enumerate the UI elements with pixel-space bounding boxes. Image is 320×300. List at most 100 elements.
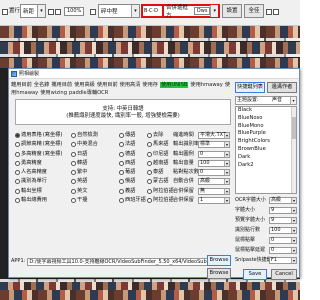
setting-value[interactable]: 9 ▾ xyxy=(269,217,297,224)
radio[interactable] xyxy=(71,188,76,194)
option-b[interactable]: 繁中 xyxy=(71,169,87,176)
chevron-down-icon[interactable]: ▾ xyxy=(224,198,229,204)
option-a[interactable]: 調節高精 (寫坐標) xyxy=(15,141,62,148)
option-a[interactable]: 輸出總費用 xyxy=(15,197,48,204)
chevron-down-icon[interactable]: ▾ xyxy=(224,188,229,194)
option-b[interactable]: 自然檢測 xyxy=(71,132,98,139)
fullscreen-button[interactable]: 全佳 xyxy=(244,4,264,18)
chevron-down-icon[interactable]: ▾ xyxy=(224,179,229,185)
option-c[interactable]: 義語 xyxy=(119,188,135,195)
toolbar-check-2[interactable] xyxy=(48,6,61,17)
theme-list-item[interactable]: BluePurple xyxy=(236,130,296,138)
preset-item[interactable]: 使用目前 xyxy=(97,82,118,88)
chevron-down-icon[interactable]: ▾ xyxy=(291,228,296,233)
preset-item[interactable]: 使用UNISB xyxy=(159,82,189,88)
option-a[interactable]: 適用表格 (寫坐標) xyxy=(15,132,62,139)
radio[interactable] xyxy=(147,133,152,138)
option-field[interactable]: 0 ▾ xyxy=(198,169,230,177)
chevron-down-icon[interactable]: ▾ xyxy=(210,5,218,17)
radio[interactable] xyxy=(71,170,76,176)
chevron-down-icon[interactable]: ▾ xyxy=(291,258,296,263)
theme-select[interactable]: 主題設置: 声音 ▾ xyxy=(235,96,297,105)
radio[interactable] xyxy=(119,151,124,157)
preset-item[interactable]: 全名錄 xyxy=(34,82,50,88)
preset-item[interactable]: 離用目前 xyxy=(11,82,32,88)
radio[interactable] xyxy=(71,151,76,157)
shortcut-list-button[interactable]: 快捷鍵列表 xyxy=(235,82,265,93)
chevron-down-icon[interactable]: ▾ xyxy=(224,170,229,176)
option-field[interactable]: 0 ▾ xyxy=(198,150,230,158)
zoom-spin[interactable]: 100% xyxy=(64,6,85,17)
mid-combo[interactable]: 碎中程 ▾ xyxy=(98,4,140,18)
theme-list-item[interactable]: BrightColors xyxy=(236,138,296,146)
app-path-field[interactable]: D:/便字幕視頻工具10.0-支持離線OCR/VideoSubFinder_5.… xyxy=(27,257,216,266)
radio[interactable] xyxy=(119,179,124,185)
checkbox[interactable] xyxy=(266,8,272,15)
radio[interactable] xyxy=(15,170,20,176)
radio[interactable] xyxy=(119,142,124,148)
option-field[interactable]: 100 ▾ xyxy=(198,159,230,167)
radio[interactable] xyxy=(147,170,152,176)
theme-list-item[interactable]: BrownBlue xyxy=(236,146,296,154)
chevron-down-icon[interactable]: ▾ xyxy=(291,198,296,203)
checkbox[interactable] xyxy=(48,8,54,15)
chevron-down-icon[interactable]: ▾ xyxy=(290,97,296,104)
option-d[interactable]: 馬來語 xyxy=(147,141,169,148)
listbox-scrollbar[interactable] xyxy=(291,107,296,193)
option-b[interactable]: 英語 xyxy=(71,178,87,185)
browse-button-2[interactable]: Browse xyxy=(207,268,231,279)
option-c[interactable]: 葡語 xyxy=(119,169,135,176)
radio[interactable] xyxy=(147,160,152,166)
radio[interactable] xyxy=(15,151,20,157)
chevron-down-icon[interactable]: ▾ xyxy=(291,208,296,213)
setting-value[interactable]: 9 ▾ xyxy=(269,207,297,214)
radio[interactable] xyxy=(147,188,152,194)
option-b[interactable]: 干擾 xyxy=(71,197,87,204)
option-d[interactable]: 泰語 xyxy=(147,169,163,176)
checkbox[interactable] xyxy=(55,8,61,15)
chevron-down-icon[interactable]: ▾ xyxy=(37,5,45,17)
radio[interactable] xyxy=(71,133,76,138)
checkbox[interactable] xyxy=(2,8,8,15)
theme-list-item[interactable]: Dark xyxy=(236,154,296,162)
settings-button[interactable]: 設置 xyxy=(222,4,242,18)
option-d[interactable]: 越南語 xyxy=(147,160,169,167)
radio[interactable] xyxy=(15,142,20,148)
checkbox[interactable] xyxy=(273,8,279,15)
radio[interactable] xyxy=(71,179,76,185)
radio[interactable] xyxy=(15,133,20,138)
chevron-down-icon[interactable]: ▾ xyxy=(224,160,229,166)
setting-value[interactable]: F1 ▾ xyxy=(269,257,297,264)
radio[interactable] xyxy=(71,160,76,166)
option-a[interactable]: 勇高精度 xyxy=(15,160,43,167)
setting-value[interactable]: 0 ▾ xyxy=(269,247,297,254)
chevron-down-icon[interactable]: ▾ xyxy=(224,142,229,148)
radio[interactable] xyxy=(119,188,124,194)
radio[interactable] xyxy=(147,179,152,185)
radio[interactable] xyxy=(15,160,20,166)
line-spacing-combo[interactable]: 新距 ▾ xyxy=(20,4,46,18)
option-a[interactable]: 識別為單行 xyxy=(15,178,48,185)
option-c[interactable]: 俄語 xyxy=(119,178,135,185)
preset-item[interactable]: paddle專輔OCR xyxy=(69,90,108,96)
option-a[interactable]: 輸出坐標 xyxy=(15,188,43,195)
preset-item[interactable]: 使用存 xyxy=(142,82,158,88)
radio[interactable] xyxy=(15,179,20,185)
preset-item[interactable]: 使用wizing xyxy=(40,90,67,96)
option-field[interactable]: 高級 ▾ xyxy=(198,178,230,186)
radio[interactable] xyxy=(15,188,20,194)
scrollbar-thumb[interactable] xyxy=(292,117,296,139)
option-a[interactable]: 人名高精度 xyxy=(15,169,48,176)
option-b[interactable]: 韓語 xyxy=(71,160,87,167)
option-c[interactable]: 傳語 xyxy=(119,132,135,139)
theme-list-item[interactable]: BlueMono xyxy=(236,123,296,131)
option-d[interactable]: 阿拉伯語 xyxy=(147,188,174,195)
option-b[interactable]: 中英混合 xyxy=(71,141,98,148)
toolbar-check-3[interactable] xyxy=(90,6,96,17)
radio[interactable] xyxy=(71,142,76,148)
chevron-down-icon[interactable]: ▾ xyxy=(224,133,229,138)
radio[interactable] xyxy=(119,198,124,204)
checkbox[interactable] xyxy=(90,8,96,15)
option-d[interactable]: 阿拉伯語 xyxy=(147,197,174,204)
preset-item[interactable]: 使用高級 xyxy=(74,82,95,88)
